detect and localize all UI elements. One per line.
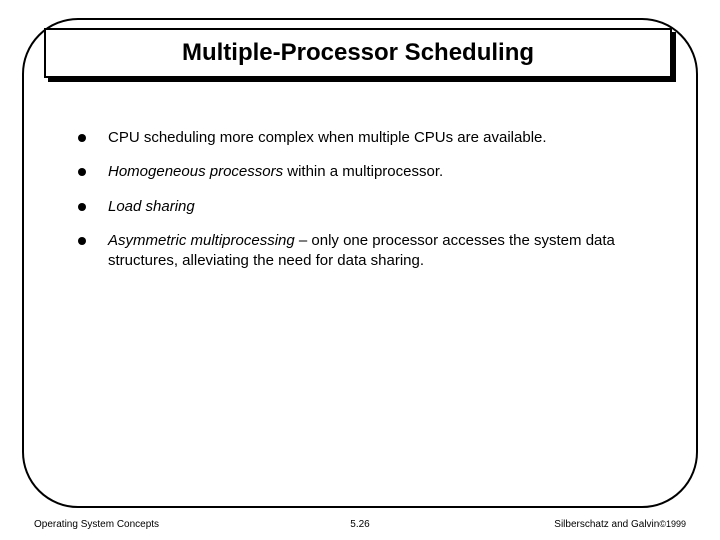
italic-term: Homogeneous processors — [108, 163, 283, 180]
bullet-icon — [78, 134, 86, 142]
list-item: Load sharing — [78, 197, 658, 217]
footer-page: 5.26 — [350, 519, 369, 530]
footer: Operating System Concepts 5.26 Silbersch… — [34, 519, 686, 530]
list-item: Asymmetric multiprocessing – only one pr… — [78, 231, 658, 272]
italic-term: Asymmetric multiprocessing — [108, 232, 295, 249]
bullet-text: Homogeneous processors within a multipro… — [108, 162, 443, 182]
title-box: Multiple-Processor Scheduling — [44, 28, 672, 78]
slide: Multiple-Processor Scheduling CPU schedu… — [0, 0, 720, 540]
footer-copyright: ©1999 — [659, 519, 686, 529]
bullet-text: Load sharing — [108, 197, 195, 217]
slide-title: Multiple-Processor Scheduling — [182, 39, 534, 67]
footer-right: Silberschatz and Galvin©1999 — [554, 519, 686, 530]
content-area: CPU scheduling more complex when multipl… — [78, 128, 658, 285]
bullet-icon — [78, 203, 86, 211]
bullet-text: Asymmetric multiprocessing – only one pr… — [108, 231, 658, 272]
italic-term: Load sharing — [108, 198, 195, 215]
footer-left: Operating System Concepts — [34, 519, 159, 530]
bullet-icon — [78, 168, 86, 176]
footer-author: Silberschatz and Galvin — [554, 519, 659, 530]
bullet-text: CPU scheduling more complex when multipl… — [108, 128, 547, 148]
list-item: CPU scheduling more complex when multipl… — [78, 128, 658, 148]
bullet-rest: within a multiprocessor. — [283, 163, 443, 180]
list-item: Homogeneous processors within a multipro… — [78, 162, 658, 182]
bullet-icon — [78, 237, 86, 245]
